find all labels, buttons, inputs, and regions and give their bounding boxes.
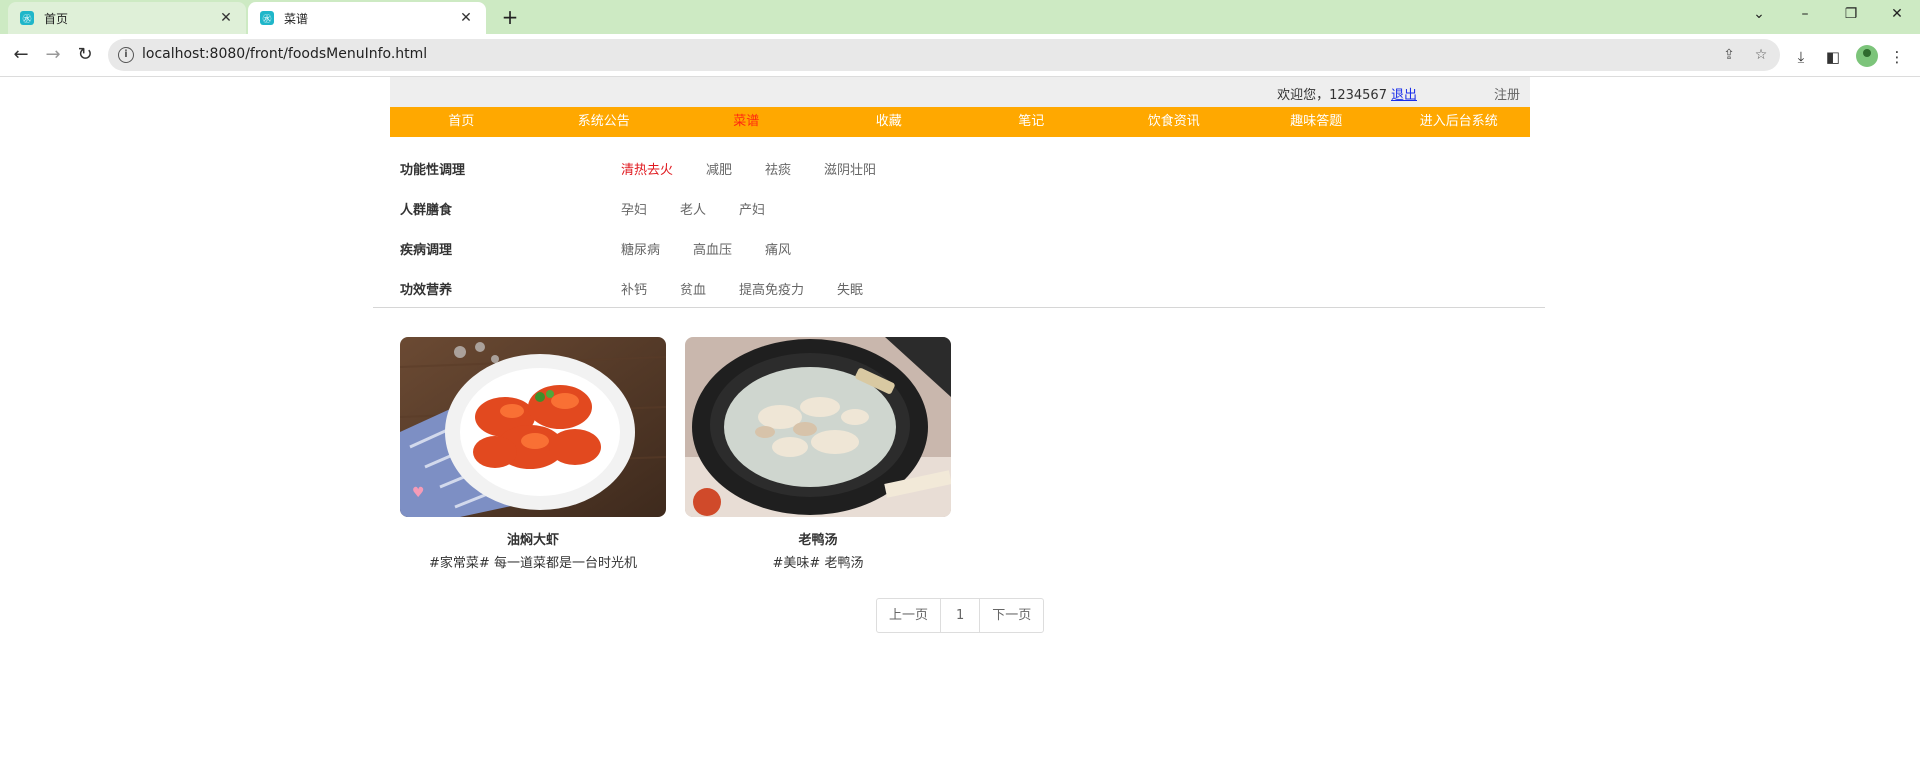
nav-item-admin[interactable]: 进入后台系统: [1388, 107, 1531, 137]
recipe-description: #家常菜# 每一道菜都是一台时光机: [429, 556, 637, 571]
new-tab-button[interactable]: +: [498, 6, 522, 28]
nav-item-quiz[interactable]: 趣味答题: [1245, 107, 1388, 137]
filter-option[interactable]: 孕妇: [621, 199, 647, 218]
nav-item-announcements[interactable]: 系统公告: [533, 107, 676, 137]
browser-toolbar: ← → ↻ i localhost:8080/front/foodsMenuIn…: [0, 34, 1920, 77]
filter-option[interactable]: 补钙: [621, 279, 647, 298]
filter-option[interactable]: 清热去火: [621, 159, 673, 178]
nav-item-diet-news[interactable]: 饮食资讯: [1103, 107, 1246, 137]
filter-option[interactable]: 贫血: [680, 279, 706, 298]
close-window-button[interactable]: ✕: [1874, 0, 1920, 30]
browser-tab-bar: ㊌ 首页 ✕ ㊌ 菜谱 ✕ + ⌄ – ❐ ✕: [0, 0, 1920, 34]
download-icon[interactable]: ⤓: [1791, 47, 1811, 67]
tab-title: 菜谱: [284, 11, 309, 26]
filter-row: 疾病调理 糖尿病 高血压 痛风: [400, 227, 1520, 267]
section-divider: [373, 307, 1545, 308]
browser-tab-recipes[interactable]: ㊌ 菜谱 ✕: [248, 2, 486, 34]
svg-text:♥: ♥: [412, 485, 425, 501]
filter-row-title: 疾病调理: [400, 243, 453, 258]
filter-option[interactable]: 老人: [680, 199, 706, 218]
restore-button[interactable]: ❐: [1828, 0, 1874, 30]
recipe-photo-duck-soup[interactable]: [685, 337, 951, 517]
browser-tab-home[interactable]: ㊌ 首页 ✕: [8, 2, 246, 34]
menu-kebab-icon[interactable]: ⋮: [1887, 47, 1907, 67]
address-bar[interactable]: i localhost:8080/front/foodsMenuInfo.htm…: [108, 39, 1780, 71]
logout-link[interactable]: 退出: [1391, 88, 1417, 103]
reload-icon[interactable]: ↻: [72, 42, 98, 68]
page-number-button[interactable]: 1: [941, 599, 981, 632]
filter-row-title: 功效营养: [400, 283, 453, 298]
category-filters: 功能性调理 清热去火 减肥 祛痰 滋阴壮阳 人群膳食 孕妇 老人 产妇 疾病调理…: [400, 147, 1520, 307]
filter-option[interactable]: 产妇: [739, 199, 765, 218]
filter-row-title: 功能性调理: [400, 163, 466, 178]
nav-item-home[interactable]: 首页: [390, 107, 533, 137]
filter-option[interactable]: 高血压: [693, 239, 732, 258]
user-bar: 欢迎您，1234567 退出 注册: [390, 77, 1530, 107]
side-panel-icon[interactable]: ◧: [1823, 47, 1843, 67]
profile-avatar-icon[interactable]: [1856, 45, 1878, 67]
nav-item-recipes[interactable]: 菜谱: [675, 107, 818, 137]
filter-row: 功效营养 补钙 贫血 提高免疫力 失眠: [400, 267, 1520, 307]
prev-page-button[interactable]: 上一页: [877, 599, 942, 632]
recipe-name[interactable]: 老鸭汤: [685, 529, 951, 548]
forward-icon[interactable]: →: [40, 42, 66, 68]
main-nav: 首页 系统公告 菜谱 收藏 笔记 饮食资讯 趣味答题 进入后台系统: [390, 107, 1530, 137]
filter-row-title: 人群膳食: [400, 203, 453, 218]
nav-item-favorites[interactable]: 收藏: [818, 107, 961, 137]
filter-option[interactable]: 糖尿病: [621, 239, 660, 258]
next-page-button[interactable]: 下一页: [980, 599, 1043, 632]
welcome-message: 欢迎您，1234567 退出: [1277, 84, 1417, 103]
bookmark-star-icon[interactable]: ☆: [1752, 46, 1770, 64]
filter-row: 人群膳食 孕妇 老人 产妇: [400, 187, 1520, 227]
back-icon[interactable]: ←: [8, 42, 34, 68]
recipe-card[interactable]: ♥ 油焖大虾 #家常菜# 每一道菜都是一台时光机: [400, 337, 666, 571]
site-favicon-icon: ㊌: [260, 11, 274, 25]
site-favicon-icon: ㊌: [20, 11, 34, 25]
nav-item-notes[interactable]: 笔记: [960, 107, 1103, 137]
filter-option[interactable]: 滋阴壮阳: [824, 159, 876, 178]
filter-option[interactable]: 痛风: [765, 239, 791, 258]
filter-row: 功能性调理 清热去火 减肥 祛痰 滋阴壮阳: [400, 147, 1520, 187]
tab-title: 首页: [44, 11, 69, 26]
recipe-photo-shrimp[interactable]: ♥: [400, 337, 666, 517]
register-link[interactable]: 注册: [1494, 84, 1520, 103]
share-icon[interactable]: ⇪: [1720, 46, 1738, 64]
minimize-button[interactable]: –: [1782, 0, 1828, 30]
recipe-card[interactable]: 老鸭汤 #美味# 老鸭汤: [685, 337, 951, 571]
filter-option[interactable]: 提高免疫力: [739, 279, 804, 298]
welcome-text: 欢迎您，1234567: [1277, 88, 1387, 103]
pagination: 上一页 1 下一页: [876, 598, 1045, 633]
site-info-icon[interactable]: i: [118, 47, 134, 63]
filter-option[interactable]: 减肥: [706, 159, 732, 178]
close-tab-icon[interactable]: ✕: [218, 10, 234, 26]
recipe-name[interactable]: 油焖大虾: [400, 529, 666, 548]
url-text: localhost:8080/front/foodsMenuInfo.html: [142, 46, 428, 62]
tab-search-icon[interactable]: ⌄: [1736, 0, 1782, 30]
recipe-description: #美味# 老鸭汤: [772, 556, 864, 571]
close-tab-icon[interactable]: ✕: [458, 10, 474, 26]
filter-option[interactable]: 失眠: [837, 279, 863, 298]
filter-option[interactable]: 祛痰: [765, 159, 791, 178]
